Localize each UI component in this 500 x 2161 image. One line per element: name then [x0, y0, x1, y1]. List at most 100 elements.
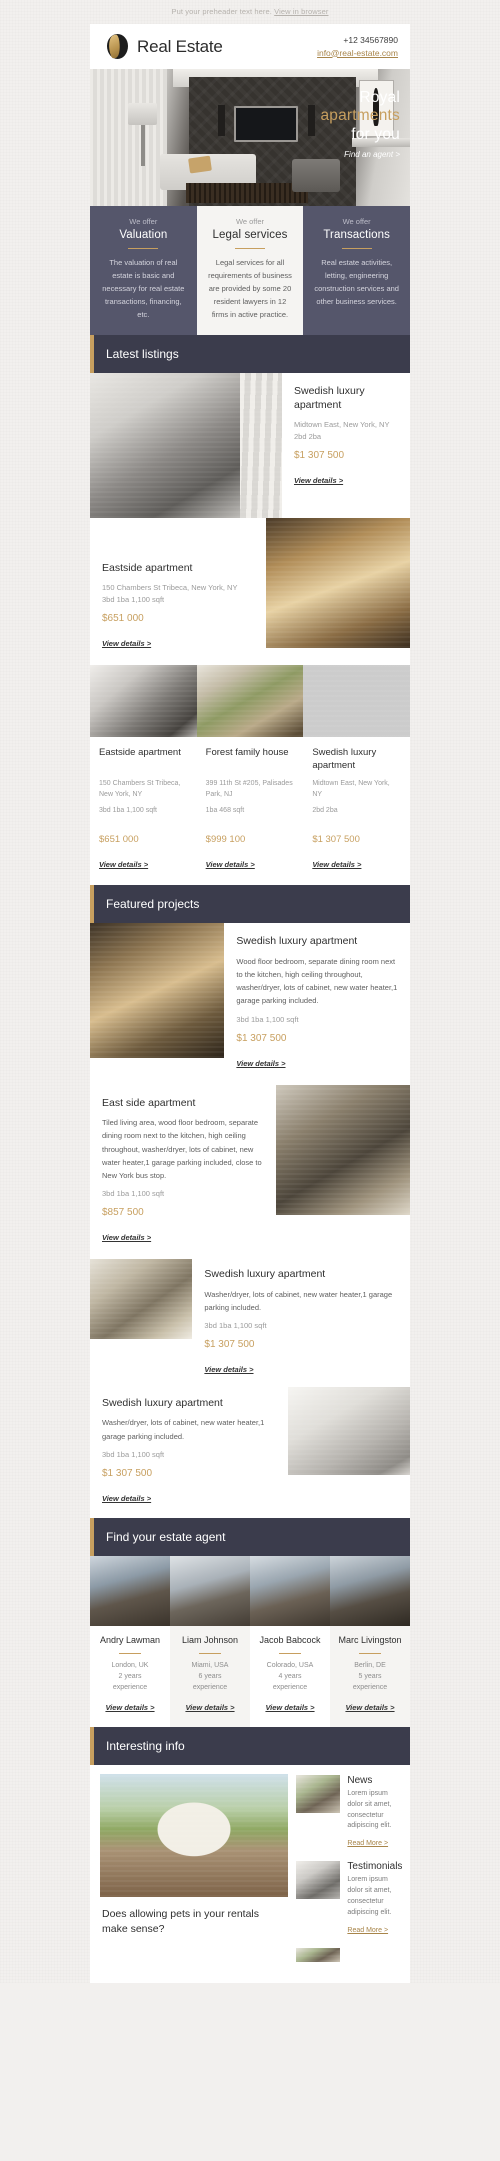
agent-name: Liam Johnson — [181, 1634, 239, 1645]
listing-title: Eastside apartment — [102, 562, 193, 575]
info-feature-article[interactable]: Does allowing pets in your rentals make … — [90, 1765, 289, 1983]
offer-title: Transactions — [323, 229, 390, 241]
agent-photo — [170, 1555, 250, 1626]
featured-card-eastside[interactable]: East side apartment Tiled living area, w… — [90, 1085, 276, 1259]
featured-photo-living-room[interactable] — [275, 1084, 410, 1215]
read-more-link[interactable]: Read More > — [347, 1840, 388, 1847]
divider — [119, 1653, 141, 1655]
featured-card-swedish-1[interactable]: Swedish luxury apartment Wood floor bedr… — [224, 923, 410, 1084]
listing-price: $999 100 — [205, 834, 246, 846]
listing-specs: 3bd 1ba 1,100 sqft — [102, 1449, 165, 1459]
listing-specs: 2bd 2ba — [312, 807, 338, 815]
view-details-link[interactable]: View details > — [105, 1703, 154, 1712]
news-item-testimonials[interactable]: Testimonials Lorem ipsum dolor sit amet,… — [296, 1861, 403, 1936]
listing-price: $1 307 500 — [236, 1032, 287, 1044]
listing-description: Washer/dryer, lots of cabinet, new water… — [102, 1418, 265, 1441]
view-details-link[interactable]: View details > — [102, 1233, 151, 1242]
offer-card-transactions[interactable]: We offer Transactions Real estate activi… — [303, 206, 410, 336]
listing-title: Swedish luxury apartment — [204, 1267, 326, 1280]
featured-card-swedish-3[interactable]: Swedish luxury apartment Washer/dryer, l… — [90, 1387, 288, 1518]
news-heading: News — [347, 1774, 373, 1786]
view-details-link[interactable]: View details > — [265, 1703, 314, 1712]
listing-card-swedish-1[interactable]: Swedish luxury apartment Midtown East, N… — [282, 373, 410, 518]
news-item-extra[interactable] — [296, 1947, 400, 1962]
listing-address: Midtown East, New York, NY — [293, 419, 390, 429]
agent-card-liam-johnson[interactable]: Liam Johnson Miami, USA 6 years experien… — [170, 1555, 250, 1727]
view-details-link[interactable]: View details > — [99, 860, 148, 869]
featured-row-3: Swedish luxury apartment Washer/dryer, l… — [90, 1258, 410, 1387]
listing-row-1: Swedish luxury apartment Midtown East, N… — [90, 373, 410, 519]
email-container: Real Estate +12 34567890 info@real-estat… — [90, 24, 410, 1983]
offer-card-legal-services[interactable]: We offer Legal services Legal services f… — [196, 206, 304, 336]
listing-card-eastside-1[interactable]: Eastside apartment 150 Chambers St Tribe… — [90, 518, 266, 665]
news-thumbnail — [296, 1774, 341, 1813]
listing-card-eastside-2[interactable]: Eastside apartment 150 Chambers St Tribe… — [90, 737, 197, 885]
listing-card-forest-house[interactable]: Forest family house 399 11th St #205, Pa… — [197, 737, 304, 885]
listing-specs: 2bd 2ba — [293, 431, 322, 441]
agent-card-jacob-babcock[interactable]: Jacob Babcock Colorado, USA 4 years expe… — [250, 1555, 330, 1727]
listing-photo-living-room[interactable] — [90, 373, 241, 519]
featured-photo-bedroom[interactable] — [90, 923, 225, 1059]
listing-title: Swedish luxury apartment — [312, 747, 377, 771]
view-details-link[interactable]: View details > — [312, 860, 361, 869]
view-details-link[interactable]: View details > — [294, 476, 343, 485]
divider — [199, 1653, 221, 1655]
view-details-link[interactable]: View details > — [102, 1494, 151, 1503]
listing-specs: 3bd 1ba 1,100 sqft — [99, 807, 157, 815]
listing-photo-gold-room[interactable] — [303, 665, 410, 738]
news-text: Lorem ipsum dolor sit amet, consectetur … — [347, 1789, 392, 1830]
listing-description: Wood floor bedroom, separate dining room… — [236, 957, 398, 1006]
brand-logo[interactable]: Real Estate — [104, 33, 317, 61]
brand-name: Real Estate — [137, 36, 223, 56]
divider — [359, 1653, 381, 1655]
divider — [128, 248, 159, 249]
listing-specs: 1ba 468 sqft — [205, 807, 245, 815]
listing-address: 150 Chambers St Tribeca, New York, NY — [99, 780, 181, 799]
hero-copy: Royal apartments for you Find an agent > — [320, 89, 400, 162]
agent-photo — [90, 1555, 170, 1626]
view-details-link[interactable]: View details > — [206, 860, 255, 869]
email-link[interactable]: info@real-estate.com — [317, 47, 398, 60]
agent-name: Jacob Babcock — [259, 1634, 321, 1645]
header-contact: +12 34567890 info@real-estate.com — [317, 34, 398, 60]
listing-specs: 3bd 1ba 1,100 sqft — [102, 595, 165, 605]
listing-address: Midtown East, New York, NY — [312, 780, 390, 799]
view-in-browser-link[interactable]: View in browser — [274, 7, 328, 16]
view-details-link[interactable]: View details > — [204, 1365, 253, 1374]
info-news-list: News Lorem ipsum dolor sit amet, consect… — [288, 1765, 410, 1983]
section-header-latest-listings: Latest listings — [90, 335, 410, 374]
news-thumbnail — [296, 1861, 341, 1900]
listing-specs: 3bd 1ba 1,100 sqft — [102, 1188, 165, 1198]
listing-photo-modern[interactable] — [90, 665, 197, 738]
agent-card-andry-lawman[interactable]: Andry Lawman London, UK 2 years experien… — [90, 1555, 170, 1727]
find-an-agent-link[interactable]: Find an agent > — [344, 150, 400, 159]
listing-photo-luxury-interior[interactable] — [266, 518, 410, 649]
featured-photo-loft[interactable] — [90, 1258, 193, 1339]
listing-photo-forest-house[interactable] — [196, 665, 304, 738]
view-details-link[interactable]: View details > — [102, 639, 151, 648]
listing-specs: 3bd 1ba 1,100 sqft — [236, 1014, 299, 1024]
listing-title: Swedish luxury apartment — [102, 1396, 223, 1409]
read-more-link[interactable]: Read More > — [347, 1927, 388, 1934]
view-details-link[interactable]: View details > — [236, 1059, 285, 1068]
featured-card-swedish-2[interactable]: Swedish luxury apartment Washer/dryer, l… — [192, 1259, 410, 1387]
news-heading: Testimonials — [347, 1861, 403, 1873]
article-title: Does allowing pets in your rentals make … — [102, 1907, 259, 1935]
agent-card-marc-livingston[interactable]: Marc Livingston Berlin, DE 5 years exper… — [330, 1555, 410, 1727]
hero-line-3: for you — [351, 125, 400, 143]
article-photo-puppy[interactable] — [100, 1773, 289, 1897]
listing-photo-curtain[interactable] — [240, 373, 282, 519]
listing-specs: 3bd 1ba 1,100 sqft — [204, 1320, 267, 1330]
section-header-agents: Find your estate agent — [90, 1517, 410, 1556]
offer-card-valuation[interactable]: We offer Valuation The valuation of real… — [90, 206, 197, 336]
view-details-link[interactable]: View details > — [345, 1703, 394, 1712]
listing-row-2: Eastside apartment 150 Chambers St Tribe… — [90, 518, 410, 665]
featured-photo-white-room[interactable] — [288, 1386, 410, 1475]
news-item-news[interactable]: News Lorem ipsum dolor sit amet, consect… — [296, 1774, 400, 1850]
section-header-featured-projects: Featured projects — [90, 885, 410, 924]
listing-title: Swedish luxury apartment — [236, 935, 358, 948]
view-details-link[interactable]: View details > — [185, 1703, 234, 1712]
divider — [234, 248, 265, 249]
listing-card-swedish-2[interactable]: Swedish luxury apartment Midtown East, N… — [303, 737, 410, 885]
agent-meta: Colorado, USA 4 years experience — [266, 1662, 314, 1692]
